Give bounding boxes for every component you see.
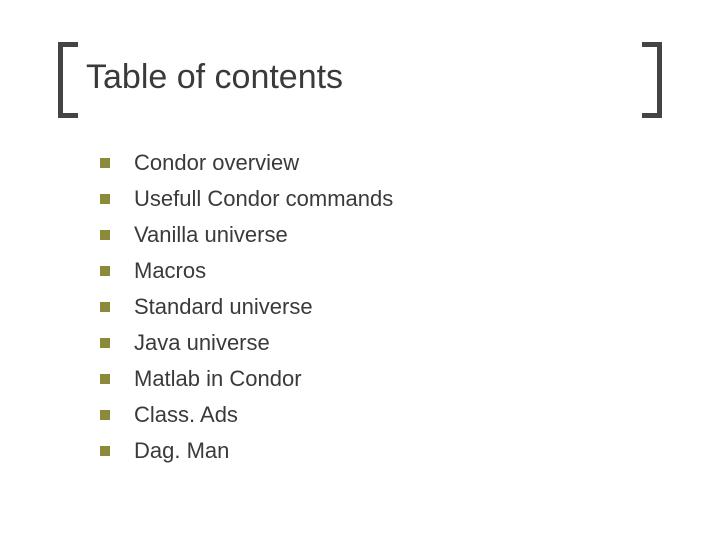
list-item-label: Class. Ads xyxy=(134,402,238,428)
list-item-label: Macros xyxy=(134,258,206,284)
square-bullet-icon xyxy=(100,410,110,420)
square-bullet-icon xyxy=(100,194,110,204)
list-item-label: Standard universe xyxy=(134,294,313,320)
list-item-label: Matlab in Condor xyxy=(134,366,302,392)
square-bullet-icon xyxy=(100,230,110,240)
square-bullet-icon xyxy=(100,338,110,348)
list-item: Standard universe xyxy=(100,294,640,320)
list-item: Dag. Man xyxy=(100,438,640,464)
slide: Table of contents Condor overview Useful… xyxy=(0,0,720,540)
list-item: Java universe xyxy=(100,330,640,356)
list-item: Vanilla universe xyxy=(100,222,640,248)
square-bullet-icon xyxy=(100,374,110,384)
list-item: Class. Ads xyxy=(100,402,640,428)
list-item-label: Java universe xyxy=(134,330,270,356)
list-item: Macros xyxy=(100,258,640,284)
square-bullet-icon xyxy=(100,446,110,456)
slide-title: Table of contents xyxy=(86,58,343,97)
title-bracket-left xyxy=(58,42,78,118)
list-item: Matlab in Condor xyxy=(100,366,640,392)
square-bullet-icon xyxy=(100,302,110,312)
title-bracket-right xyxy=(642,42,662,118)
list-item: Usefull Condor commands xyxy=(100,186,640,212)
list-item-label: Usefull Condor commands xyxy=(134,186,393,212)
square-bullet-icon xyxy=(100,266,110,276)
list-item: Condor overview xyxy=(100,150,640,176)
list-item-label: Dag. Man xyxy=(134,438,229,464)
toc-list: Condor overview Usefull Condor commands … xyxy=(100,150,640,474)
list-item-label: Condor overview xyxy=(134,150,299,176)
list-item-label: Vanilla universe xyxy=(134,222,288,248)
square-bullet-icon xyxy=(100,158,110,168)
